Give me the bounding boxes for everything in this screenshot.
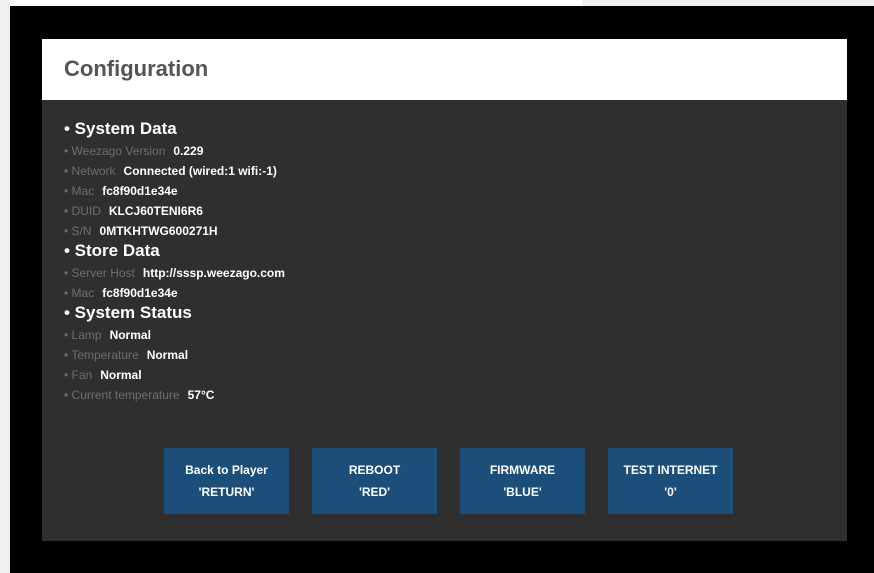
serial-number-row: • S/N 0MTKHTWG600271H [64, 221, 285, 241]
row-value: KLCJ60TENI6R6 [108, 204, 203, 218]
row-value: Normal [100, 368, 142, 382]
server-host-row: • Server Host http://sssp.weezago.com [64, 263, 285, 283]
button-key-hint: '0' [664, 485, 677, 499]
duid-row: • DUID KLCJ60TENI6R6 [64, 201, 285, 221]
button-label: REBOOT [348, 463, 401, 477]
back-to-player-button[interactable]: Back to Player 'RETURN' [164, 448, 289, 514]
background-left-strip [0, 0, 10, 573]
button-key-hint: 'RED' [358, 485, 391, 499]
store-data-heading: • Store Data [64, 241, 160, 260]
row-value: Normal [146, 348, 189, 362]
row-label: • S/N [64, 224, 92, 238]
row-value: 0.229 [173, 144, 204, 158]
row-label: • Weezago Version [64, 144, 166, 158]
mac-row: • Mac fc8f90d1e34e [64, 181, 285, 201]
row-label: • Temperature [64, 348, 139, 362]
network-row: • Network Connected (wired:1 wifi:-1) [64, 161, 285, 181]
panel-header: Configuration [42, 39, 847, 100]
temperature-row: • Temperature Normal [64, 345, 285, 365]
fan-row: • Fan Normal [64, 365, 285, 385]
lamp-row: • Lamp Normal [64, 325, 285, 345]
row-label: • Lamp [64, 328, 102, 342]
button-label: Back to Player [185, 463, 268, 477]
row-value: fc8f90d1e34e [102, 286, 178, 300]
store-mac-row: • Mac fc8f90d1e34e [64, 283, 285, 303]
system-data-heading: • System Data [64, 119, 177, 138]
configuration-panel: Configuration • System Data • Weezago Ve… [42, 39, 847, 541]
row-label: • Mac [64, 286, 95, 300]
firmware-button[interactable]: FIRMWARE 'BLUE' [460, 448, 585, 514]
button-key-hint: 'RETURN' [198, 485, 255, 499]
row-value: 0MTKHTWG600271H [99, 224, 218, 238]
current-temperature-row: • Current temperature 57°C [64, 385, 285, 405]
button-label: FIRMWARE [489, 463, 556, 477]
row-value: 57°C [187, 388, 215, 402]
system-status-heading: • System Status [64, 303, 192, 322]
row-label: • DUID [64, 204, 101, 218]
row-label: • Server Host [64, 266, 135, 280]
row-value: fc8f90d1e34e [102, 184, 178, 198]
panel-title: Configuration [64, 56, 209, 81]
row-value: Normal [109, 328, 151, 342]
info-content: • System Data • Weezago Version 0.229 • N… [64, 119, 285, 405]
button-key-hint: 'BLUE' [503, 485, 542, 499]
weezago-version-row: • Weezago Version 0.229 [64, 141, 285, 161]
test-internet-button[interactable]: TEST INTERNET '0' [608, 448, 733, 514]
row-label: • Current temperature [64, 388, 180, 402]
row-value: http://sssp.weezago.com [142, 266, 285, 280]
reboot-button[interactable]: REBOOT 'RED' [312, 448, 437, 514]
button-label: TEST INTERNET [623, 463, 718, 477]
row-label: • Network [64, 164, 116, 178]
row-label: • Fan [64, 368, 93, 382]
row-label: • Mac [64, 184, 95, 198]
row-value: Connected (wired:1 wifi:-1) [123, 164, 277, 178]
